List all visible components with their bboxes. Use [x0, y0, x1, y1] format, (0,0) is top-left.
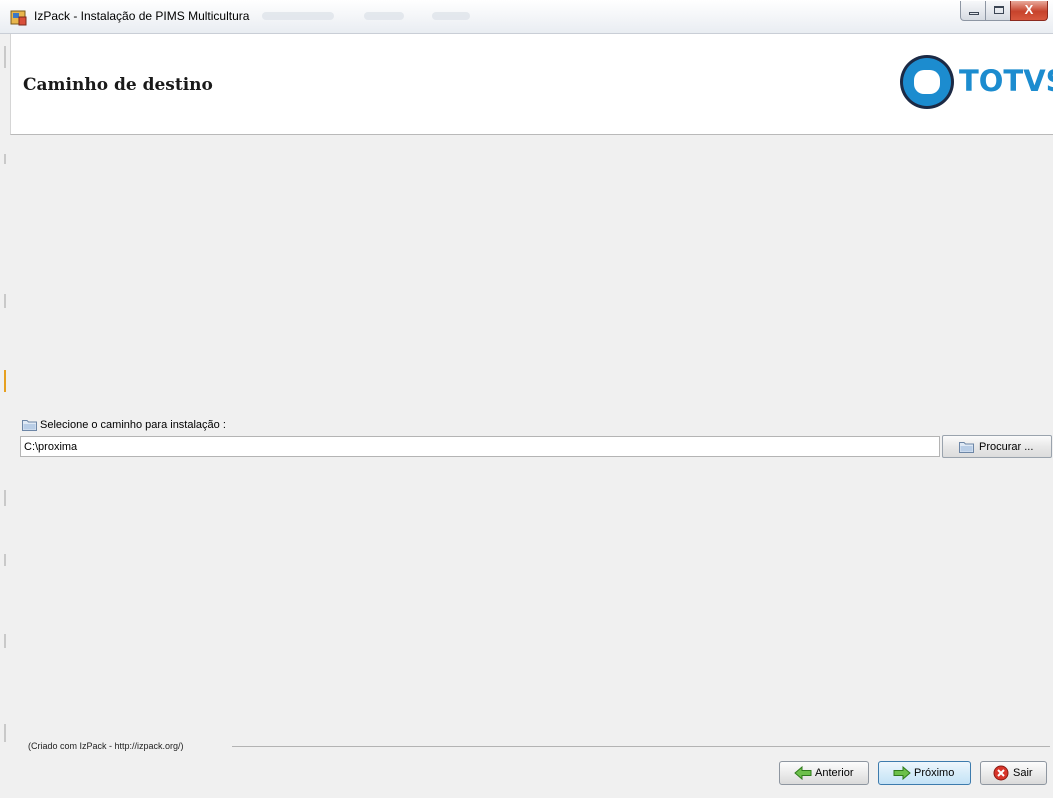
page-title: Caminho de destino	[23, 75, 213, 95]
edge-mark	[4, 294, 6, 308]
folder-icon	[959, 442, 974, 453]
edge-mark	[4, 46, 6, 68]
next-button[interactable]: Próximo	[878, 761, 971, 785]
quit-button[interactable]: Sair	[980, 761, 1047, 785]
close-circle-icon	[993, 765, 1009, 781]
app-icon	[10, 10, 27, 26]
minimize-button[interactable]	[960, 1, 986, 21]
title-bar-shadow	[262, 12, 334, 20]
totvs-logo: TOTVS	[899, 52, 1053, 116]
edge-mark	[4, 370, 6, 392]
browse-button-label: Procurar ...	[979, 441, 1034, 453]
close-button[interactable]: X	[1010, 1, 1048, 21]
previous-button[interactable]: Anterior	[779, 761, 869, 785]
title-bar-shadow	[364, 12, 404, 20]
minimize-icon	[969, 12, 979, 15]
title-bar: IzPack - Instalação de PIMS Multicultura…	[0, 0, 1053, 34]
install-path-input[interactable]	[20, 436, 940, 457]
browse-button[interactable]: Procurar ...	[942, 435, 1052, 458]
previous-button-label: Anterior	[815, 767, 854, 779]
maximize-icon	[994, 6, 1004, 14]
path-label-text: Selecione o caminho para instalação :	[40, 419, 226, 431]
window-left-edge	[0, 34, 10, 798]
footer-separator	[232, 746, 1050, 747]
maximize-button[interactable]	[985, 1, 1011, 21]
edge-mark	[4, 634, 6, 648]
edge-mark	[4, 154, 6, 164]
folder-icon	[22, 420, 37, 431]
edge-mark	[4, 490, 6, 506]
title-bar-shadow	[432, 12, 470, 20]
arrow-left-icon	[794, 766, 812, 780]
footer-credit: (Criado com IzPack - http://izpack.org/)	[28, 741, 184, 751]
edge-mark	[4, 554, 6, 566]
next-button-label: Próximo	[914, 767, 955, 779]
header-panel: Caminho de destino TOTVS	[10, 34, 1053, 135]
window-title: IzPack - Instalação de PIMS Multicultura	[34, 9, 250, 23]
quit-button-label: Sair	[1013, 767, 1033, 779]
logo-text: TOTVS	[959, 64, 1053, 98]
close-icon: X	[1024, 2, 1034, 17]
arrow-right-icon	[893, 766, 911, 780]
edge-mark	[4, 724, 6, 742]
logo-mark-icon	[900, 55, 954, 109]
